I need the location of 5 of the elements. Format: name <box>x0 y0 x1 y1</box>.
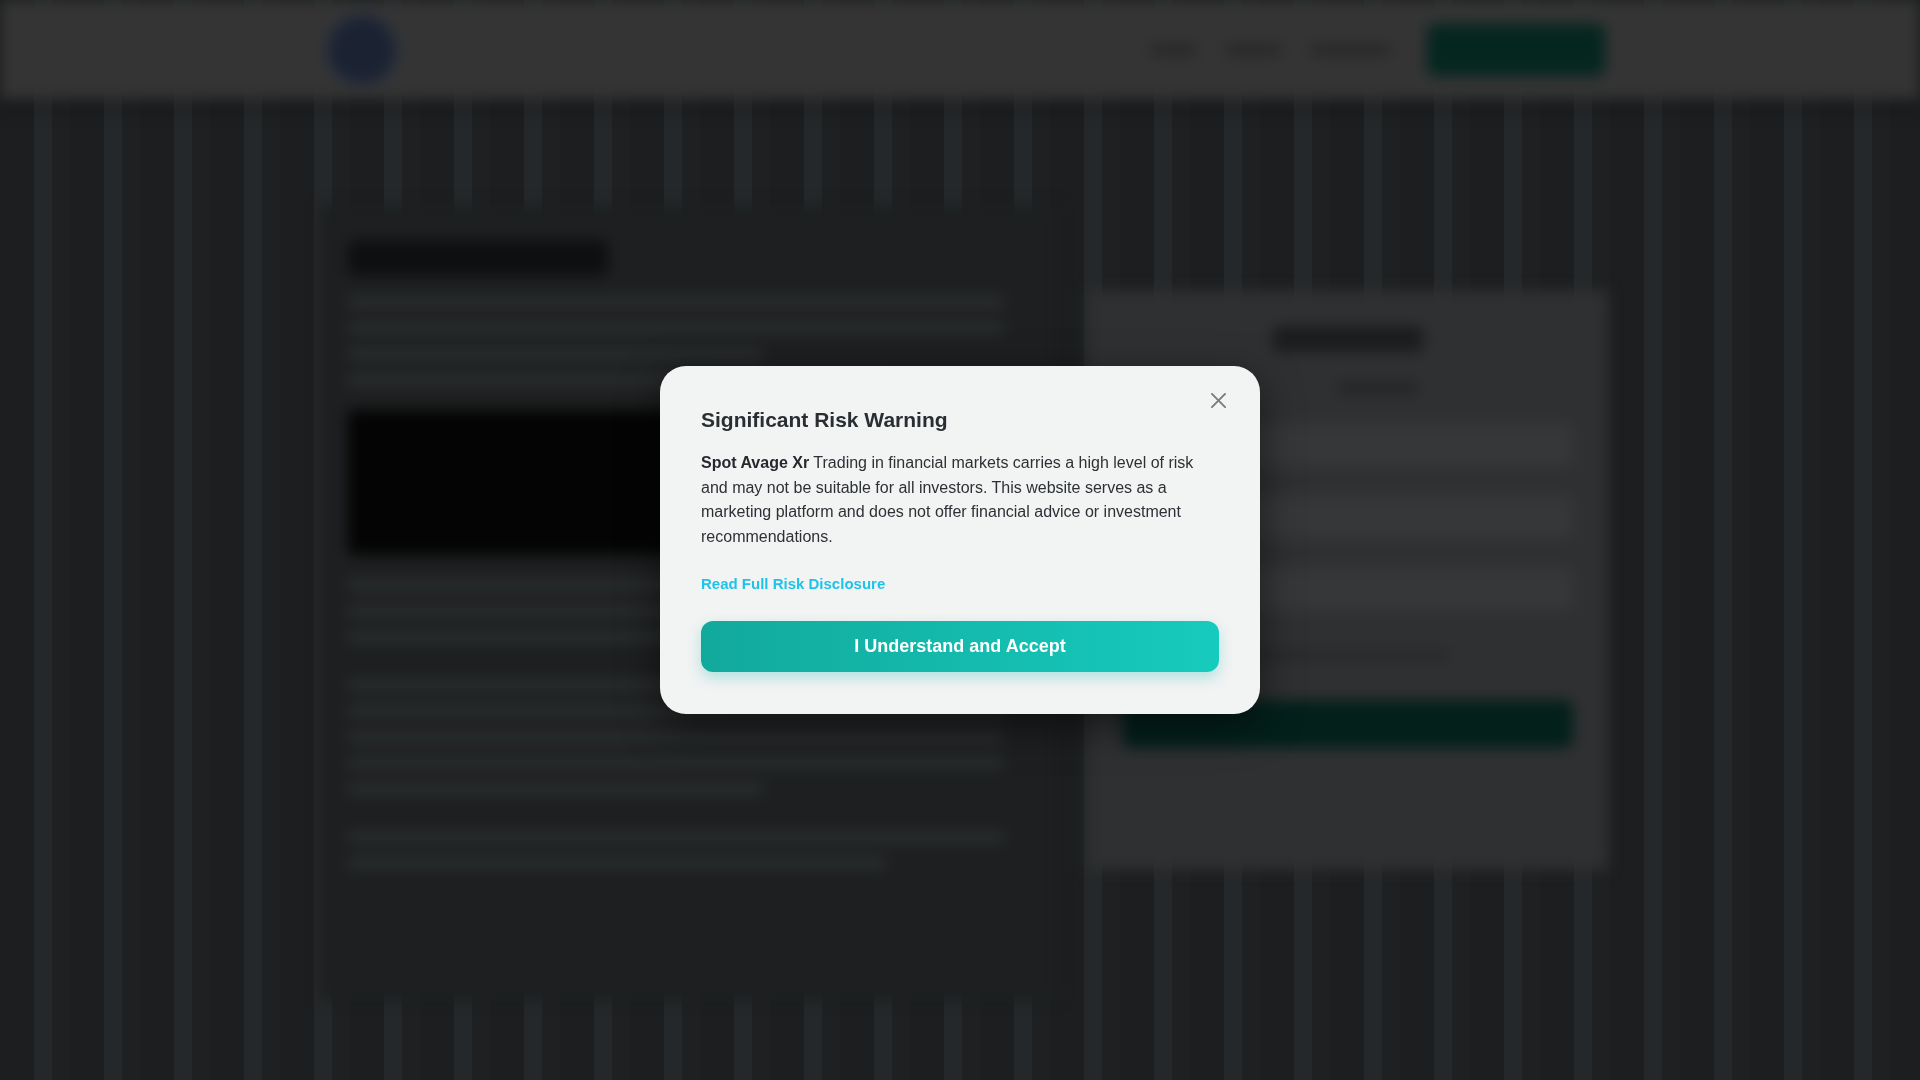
risk-disclosure-link[interactable]: Read Full Risk Disclosure <box>701 575 886 592</box>
accept-button[interactable]: I Understand and Accept <box>701 621 1219 672</box>
warning-message: Spot Avage Xr Trading in financial markets carries a high level of risk and may not be suitable for all investors. This website serves as a marketing platform and does not offer financial advice or investment recommendations. <box>701 453 1195 547</box>
dialog-title: Significant Risk Warning <box>701 407 949 433</box>
close-icon[interactable] <box>1211 393 1226 408</box>
